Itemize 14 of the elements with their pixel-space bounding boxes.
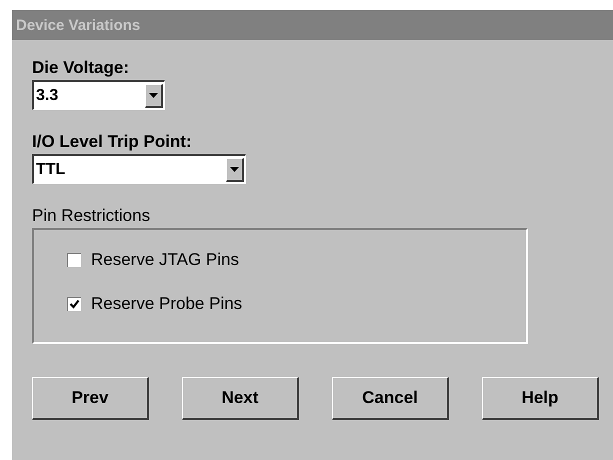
- window-title: Device Variations: [16, 16, 140, 34]
- field-label: I/O Level Trip Point:: [32, 132, 192, 152]
- dialog-button[interactable]: Help: [482, 377, 599, 420]
- dropdown[interactable]: TTL: [32, 154, 246, 184]
- dialog-button[interactable]: Prev: [32, 377, 149, 420]
- checkbox-label[interactable]: Reserve JTAG Pins: [91, 250, 240, 270]
- dialog-button[interactable]: Next: [182, 377, 299, 420]
- group-label: Pin Restrictions: [32, 206, 150, 226]
- checkbox-label[interactable]: Reserve Probe Pins: [91, 294, 242, 314]
- checkbox[interactable]: [67, 253, 81, 267]
- dropdown[interactable]: 3.3: [32, 80, 165, 110]
- checkbox[interactable]: [67, 297, 81, 311]
- dialog-button[interactable]: Cancel: [332, 377, 449, 420]
- field-label: Die Voltage:: [32, 58, 129, 78]
